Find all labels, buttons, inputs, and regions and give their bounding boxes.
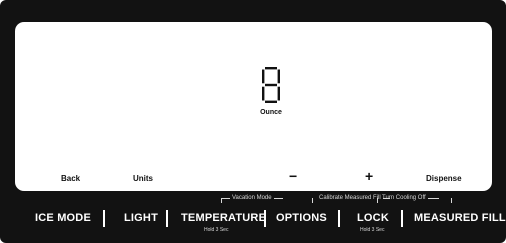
temperature-button[interactable]: TEMPERATURE: [181, 212, 266, 224]
ice-mode-button[interactable]: ICE MODE: [35, 212, 91, 224]
hint-tick: [377, 198, 378, 203]
minus-button[interactable]: −: [289, 169, 297, 183]
back-button[interactable]: Back: [61, 174, 80, 183]
hint-tick: [312, 198, 313, 203]
hint-tick: [451, 198, 452, 203]
hint-calibrate: Calibrate Measured Fill: [317, 193, 390, 203]
lock-button[interactable]: LOCK: [357, 212, 389, 224]
temperature-hold-label: Hold 3 Sec: [204, 227, 229, 233]
divider: [166, 210, 168, 227]
dispense-button[interactable]: Dispense: [426, 174, 462, 183]
divider: [103, 210, 105, 227]
hint-vacation-mode: Vacation Mode: [221, 193, 283, 203]
digit-8-segments: [262, 67, 280, 103]
divider: [401, 210, 403, 227]
divider: [264, 210, 266, 227]
divider: [338, 210, 340, 227]
hint-cooling-off-label: Turn Cooling Off: [382, 195, 426, 201]
seven-segment-digit: [261, 67, 281, 103]
hint-cooling-off: Turn Cooling Off: [380, 193, 439, 203]
hint-bracket-line: [221, 197, 230, 199]
display-screen: Ounce: [15, 22, 492, 191]
hint-tick: [221, 198, 222, 203]
units-button[interactable]: Units: [133, 174, 153, 183]
measured-fill-button[interactable]: MEASURED FILL: [414, 212, 506, 224]
light-button[interactable]: LIGHT: [124, 212, 158, 224]
hint-bracket-line: [427, 197, 439, 199]
lock-hold-label: Hold 3 Sec: [360, 227, 385, 233]
hint-vacation-mode-label: Vacation Mode: [232, 195, 272, 201]
control-panel: Ounce Back Units − + Dispense Vacation M…: [0, 0, 506, 243]
unit-label: Ounce: [260, 109, 282, 116]
hint-calibrate-label: Calibrate Measured Fill: [319, 195, 381, 201]
options-button[interactable]: OPTIONS: [276, 212, 327, 224]
plus-button[interactable]: +: [365, 169, 373, 183]
hint-bracket-line: [273, 197, 283, 199]
